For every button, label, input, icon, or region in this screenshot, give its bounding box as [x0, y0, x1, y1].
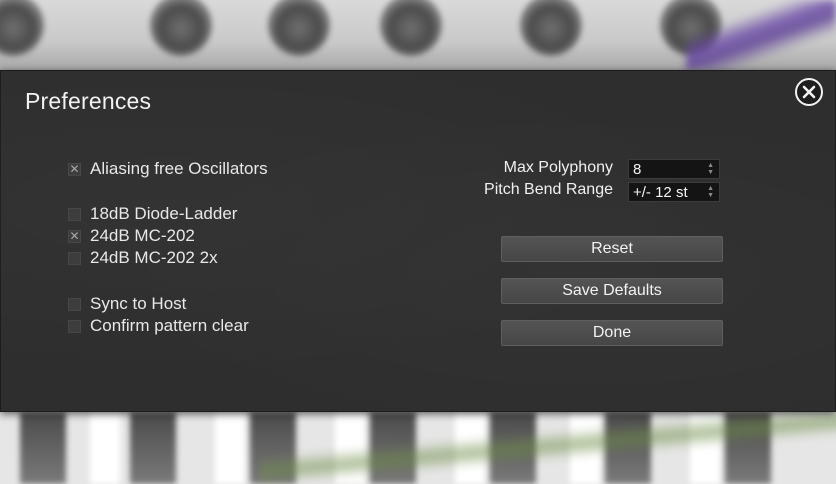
option-24db-mc-202-2x[interactable]: 24dB MC-202 2x: [68, 248, 218, 268]
max-polyphony-value: 8: [633, 160, 642, 178]
close-button[interactable]: [795, 78, 823, 106]
checkbox[interactable]: [68, 207, 81, 221]
background-knob: [380, 0, 442, 56]
option-label: 24dB MC-202 2x: [90, 248, 218, 267]
option-label: 18dB Diode-Ladder: [90, 204, 238, 223]
option-confirm-pattern-clear[interactable]: Confirm pattern clear: [68, 316, 249, 336]
checkbox[interactable]: [68, 319, 81, 333]
background-key: [130, 412, 176, 484]
close-icon: [802, 85, 816, 99]
background-knob: [520, 0, 582, 56]
pitch-bend-range-select[interactable]: +/- 12 st ▲ ▼: [628, 182, 720, 202]
background-synth-panel-bottom: [0, 412, 836, 484]
background-key: [90, 412, 120, 484]
background-cable: [260, 412, 836, 484]
option-24db-mc-202[interactable]: ✕ 24dB MC-202: [68, 226, 195, 246]
checkbox[interactable]: ✕: [68, 229, 81, 243]
background-key: [215, 412, 245, 484]
done-button[interactable]: Done: [501, 320, 723, 346]
background-cable: [686, 0, 836, 70]
preferences-dialog: Preferences ✕ Aliasing free Oscillators …: [0, 70, 836, 412]
max-polyphony-stepper[interactable]: 8 ▲ ▼: [628, 159, 720, 179]
option-label: Sync to Host: [90, 294, 187, 313]
checkbox[interactable]: [68, 251, 81, 265]
dialog-title: Preferences: [25, 88, 152, 114]
option-aliasing-free-oscillators[interactable]: ✕ Aliasing free Oscillators: [68, 159, 268, 179]
option-label: Confirm pattern clear: [90, 316, 249, 335]
check-mark-icon: ✕: [69, 229, 80, 243]
max-polyphony-label: Max Polyphony: [503, 159, 613, 176]
pitch-bend-range-label: Pitch Bend Range: [484, 181, 613, 198]
option-sync-to-host[interactable]: Sync to Host: [68, 294, 186, 314]
reset-button[interactable]: Reset: [501, 236, 723, 262]
checkbox[interactable]: [68, 297, 81, 311]
background-knob: [150, 0, 212, 56]
background-knob: [268, 0, 330, 56]
background-synth-panel-top: [0, 0, 836, 70]
save-defaults-button[interactable]: Save Defaults: [501, 278, 723, 304]
option-label: 24dB MC-202: [90, 226, 195, 245]
pitch-bend-range-value: +/- 12 st: [633, 183, 688, 201]
check-mark-icon: ✕: [69, 162, 80, 176]
background-key: [20, 412, 66, 484]
stepper-arrows-icon: ▲ ▼: [707, 162, 714, 176]
option-18db-diode-ladder[interactable]: 18dB Diode-Ladder: [68, 204, 237, 224]
option-label: Aliasing free Oscillators: [90, 159, 268, 178]
checkbox[interactable]: ✕: [68, 162, 81, 176]
background-knob: [0, 0, 44, 56]
stepper-arrows-icon: ▲ ▼: [707, 185, 714, 199]
